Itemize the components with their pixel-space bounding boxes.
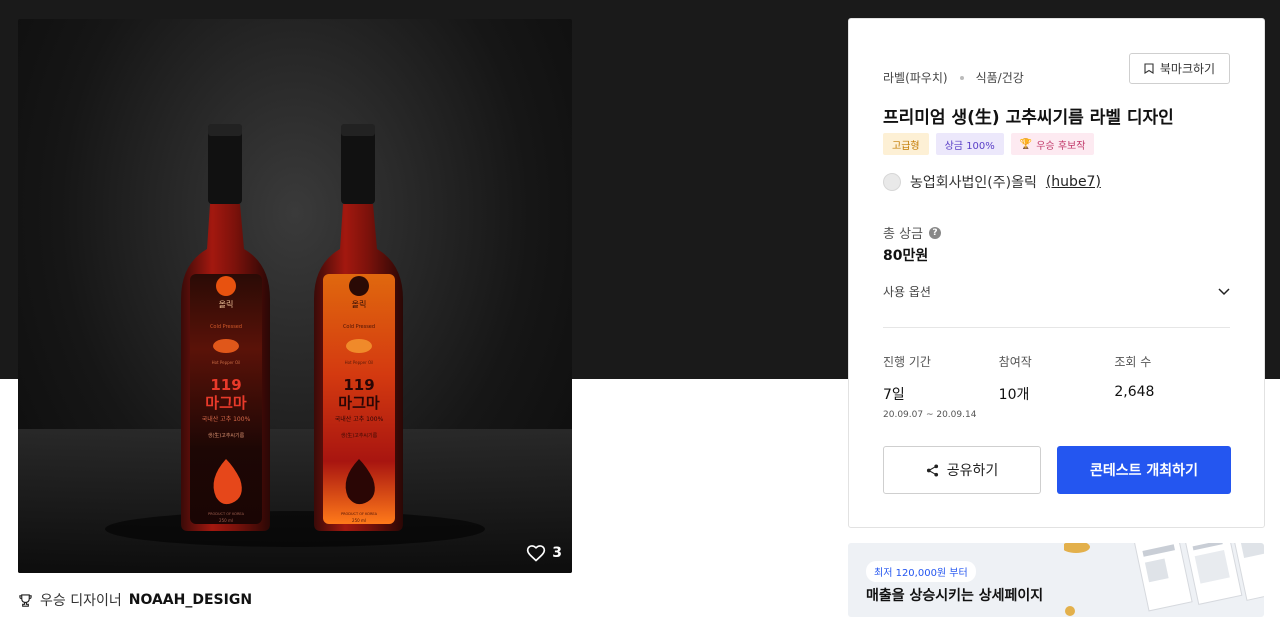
share-icon — [926, 463, 938, 477]
breadcrumb-item-subcategory[interactable]: 식품/건강 — [976, 69, 1024, 86]
breadcrumb: 라벨(파우치) 식품/건강 — [883, 69, 1024, 86]
stat-value: 10개 — [998, 387, 1030, 403]
prize-label: 총 상금 ? — [883, 223, 942, 242]
chevron-down-icon — [1218, 287, 1230, 295]
page: 올릭 Cold Pressed Hot Pepper Oil 119 마그마 국… — [0, 0, 1280, 629]
contest-info-card: 라벨(파우치) 식품/건강 북마크하기 프리미엄 생(生) 고추씨기름 라벨 디… — [848, 18, 1265, 528]
contest-stats: 진행 기간 7일 20.09.07 ~ 20.09.14 참여작 10개 조회 … — [883, 353, 1230, 420]
label-volume-1: 250 ml — [219, 518, 233, 523]
label-subtitle-2: Cold Pressed — [343, 324, 375, 330]
trophy-emoji-icon: 🏆 — [1019, 138, 1033, 150]
ad-price-pill: 최저 120,000원 부터 — [866, 561, 976, 582]
label-made-in-2: PRODUCT OF KOREA — [341, 512, 378, 516]
product-image[interactable]: 올릭 Cold Pressed Hot Pepper Oil 119 마그마 국… — [18, 19, 572, 573]
label-name-2: 마그마 — [338, 394, 380, 412]
bookmark-label: 북마크하기 — [1159, 62, 1216, 76]
winner-prefix: 우승 디자이너 — [40, 593, 122, 609]
bottle-left: 올릭 Cold Pressed Hot Pepper Oil 119 마그마 국… — [181, 124, 270, 531]
stat-value: 7일 — [883, 387, 905, 403]
breadcrumb-separator — [959, 75, 964, 80]
prize-value: 80만원 — [883, 248, 929, 264]
label-product-2: 생(生)고추씨기름 — [341, 432, 378, 439]
label-subtitle-1: Cold Pressed — [210, 324, 242, 330]
help-icon[interactable]: ? — [929, 226, 942, 239]
label-made-in-1: PRODUCT OF KOREA — [208, 512, 245, 516]
label-number-1: 119 — [210, 376, 241, 394]
bottle-right: 올릭 Cold Pressed Hot Pepper Oil 119 마그마 국… — [314, 124, 403, 531]
bookmark-button[interactable]: 북마크하기 — [1129, 53, 1230, 84]
usage-option-toggle[interactable]: 사용 옵션 — [883, 283, 1230, 300]
stat-value: 2,648 — [1114, 384, 1155, 400]
badge-winner-candidate: 🏆 우승 후보작 — [1010, 133, 1095, 155]
prize-label-text: 총 상금 — [883, 227, 924, 242]
host-company[interactable]: 농업회사법인(주)올릭 (hube7) — [883, 172, 1101, 192]
company-name: 농업회사법인(주)올릭 — [910, 175, 1037, 191]
host-contest-button[interactable]: 콘테스트 개최하기 — [1057, 446, 1231, 494]
bottles-illustration: 올릭 Cold Pressed Hot Pepper Oil 119 마그마 국… — [18, 124, 572, 573]
usage-option-label: 사용 옵션 — [883, 285, 931, 299]
winner-designer: 우승 디자이너 NOAAH_DESIGN — [18, 590, 252, 610]
stat-duration: 진행 기간 7일 20.09.07 ~ 20.09.14 — [883, 353, 999, 420]
share-label: 공유하기 — [946, 463, 999, 479]
ad-headline: 매출을 상승시키는 상세페이지 — [866, 588, 1044, 604]
label-name-1: 마그마 — [205, 394, 247, 412]
label-volume-2: 250 ml — [352, 518, 366, 523]
label-origin-2: 국내산 고추 100% — [335, 415, 384, 423]
label-brand-1: 올릭 — [219, 299, 234, 309]
label-brand-2: 올릭 — [352, 299, 367, 309]
stat-entries: 참여작 10개 — [999, 353, 1115, 420]
label-product-1: 생(生)고추씨기름 — [208, 432, 245, 439]
winner-name[interactable]: NOAAH_DESIGN — [129, 592, 252, 608]
stat-label: 조회 수 — [1114, 355, 1152, 369]
label-number-2: 119 — [343, 376, 374, 394]
stat-label: 참여작 — [998, 355, 1032, 369]
ad-banner[interactable]: 최저 120,000원 부터 매출을 상승시키는 상세페이지 — [848, 543, 1264, 617]
label-caption-2: Hot Pepper Oil — [345, 360, 374, 365]
like-button[interactable]: 3 — [526, 543, 562, 563]
breadcrumb-item-category[interactable]: 라벨(파우치) — [883, 69, 948, 86]
company-avatar — [883, 173, 901, 191]
share-button[interactable]: 공유하기 — [883, 446, 1041, 494]
stat-views: 조회 수 2,648 — [1114, 353, 1230, 420]
stat-label: 진행 기간 — [883, 355, 931, 369]
heart-icon — [527, 545, 546, 562]
bookmark-icon — [1144, 63, 1154, 74]
ad-mockup-illustration — [1064, 543, 1264, 616]
badge-premium: 고급형 — [883, 133, 929, 155]
badge-winner-candidate-label: 우승 후보작 — [1036, 140, 1086, 152]
contest-title: 프리미엄 생(生) 고추씨기름 라벨 디자인 — [883, 108, 1174, 128]
trophy-icon — [19, 593, 32, 607]
company-handle-link[interactable]: (hube7) — [1046, 174, 1101, 190]
badge-prize-100: 상금 100% — [935, 133, 1004, 155]
label-origin-1: 국내산 고추 100% — [202, 415, 251, 423]
like-count: 3 — [552, 545, 562, 561]
label-caption-1: Hot Pepper Oil — [212, 360, 241, 365]
badge-list: 고급형 상금 100% 🏆 우승 후보작 — [883, 133, 1095, 155]
divider — [883, 327, 1230, 328]
stat-date-range: 20.09.07 ~ 20.09.14 — [883, 410, 977, 420]
